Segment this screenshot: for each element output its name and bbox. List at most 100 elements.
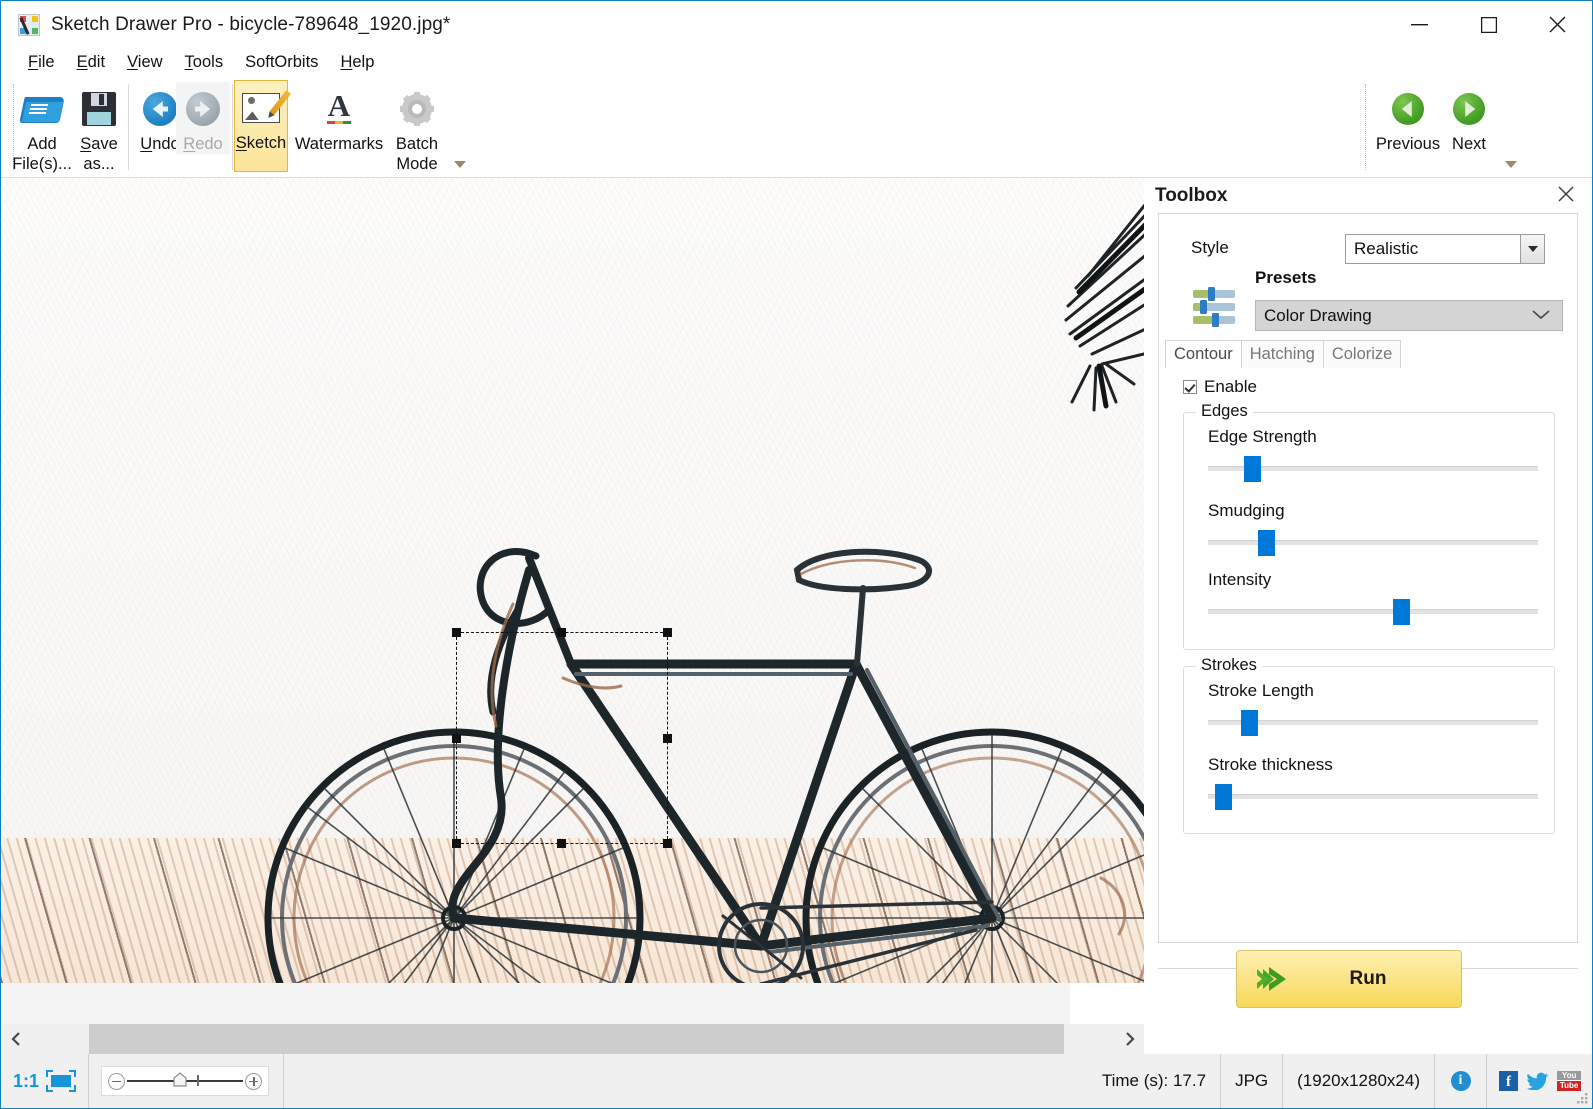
selection-handle-nw[interactable] (452, 628, 461, 637)
chevron-down-icon (1532, 307, 1550, 325)
redo-button: Redo (176, 82, 230, 154)
previous-arrow-icon (1392, 88, 1424, 130)
slider-thumb[interactable] (1241, 710, 1258, 736)
stroke-length-slider[interactable] (1208, 710, 1538, 736)
selection-handle-ne[interactable] (663, 628, 672, 637)
batch-mode-button[interactable]: Batch Mode (387, 82, 447, 174)
strokes-group: Strokes Stroke Length Stroke thickness (1183, 656, 1555, 834)
info-icon[interactable]: i (1450, 1071, 1471, 1091)
save-as-button[interactable]: Save as... (75, 82, 123, 174)
menu-tools[interactable]: Tools (174, 51, 235, 74)
info-cell[interactable]: i (1435, 1054, 1487, 1108)
menu-help[interactable]: Help (329, 51, 385, 74)
zoom-ratio-cell[interactable]: 1:1 (1, 1054, 89, 1108)
gear-icon (400, 88, 434, 130)
toolbox-close-icon[interactable] (1554, 182, 1578, 206)
resize-grip-icon[interactable] (1575, 1091, 1589, 1105)
slider-track (1208, 609, 1538, 614)
zoom-home-handle[interactable] (173, 1072, 187, 1087)
scroll-right-icon[interactable] (1114, 1024, 1144, 1054)
horizontal-scrollbar[interactable] (1, 1024, 1144, 1054)
tab-contour[interactable]: Contour (1165, 340, 1242, 368)
image-dimensions: (1920x1280x24) (1283, 1054, 1435, 1108)
menu-edit[interactable]: Edit (66, 51, 116, 74)
selection-handle-w[interactable] (452, 734, 461, 743)
zoom-ratio-label: 1:1 (13, 1070, 40, 1091)
style-label: Style (1191, 238, 1229, 257)
close-button[interactable] (1523, 1, 1592, 48)
scrollbar-track[interactable] (31, 1024, 1114, 1054)
watermarks-button[interactable]: A Watermarks (291, 82, 387, 154)
sliders-preset-icon (1193, 287, 1235, 327)
add-files-label: Add File(s)... (12, 135, 72, 173)
stroke-length-slider-block: Stroke Length (1208, 681, 1538, 736)
image-canvas[interactable] (1, 178, 1144, 1054)
minimize-button[interactable] (1385, 1, 1454, 48)
scroll-left-icon[interactable] (1, 1024, 31, 1054)
edge-strength-label: Edge Strength (1208, 427, 1317, 446)
sketch-image (1, 178, 1144, 983)
youtube-icon[interactable]: You Tube (1557, 1071, 1582, 1091)
smudging-slider-block: Smudging (1208, 501, 1538, 556)
toolbox-panel: Toolbox Style Realistic Presets Color Dr… (1144, 178, 1592, 1054)
zoom-out-icon[interactable] (108, 1072, 125, 1090)
status-bar: 1:1 Time (s): 17.7 JPG (1920x1280x24) i … (1, 1054, 1592, 1108)
menu-view[interactable]: View (116, 51, 173, 74)
status-spacer (284, 1054, 1088, 1108)
toolbar: Add File(s)... Save as... Undo Redo Sket… (1, 76, 1592, 178)
toolbar-expand-left-icon[interactable] (453, 157, 467, 171)
slider-thumb[interactable] (1214, 784, 1232, 810)
sketch-button[interactable]: Sketch (234, 80, 291, 172)
add-files-button[interactable]: Add File(s)... (12, 82, 72, 174)
tab-hatching[interactable]: Hatching (1240, 340, 1324, 368)
presets-dropdown[interactable]: Color Drawing (1255, 300, 1563, 331)
selection-handle-s[interactable] (557, 839, 566, 848)
bicycle-drawing (264, 548, 1144, 983)
toolbar-expand-right-icon[interactable] (1504, 157, 1518, 171)
strokes-group-label: Strokes (1196, 656, 1262, 675)
next-button[interactable]: Next (1441, 82, 1497, 154)
zoom-track[interactable] (127, 1072, 243, 1087)
menu-softorbits[interactable]: SoftOrbits (234, 51, 329, 74)
maximize-button[interactable] (1454, 1, 1523, 48)
undo-arrow-icon (143, 88, 177, 130)
next-label: Next (1452, 135, 1486, 153)
run-button[interactable]: Run (1236, 950, 1462, 1008)
toolbox-title: Toolbox (1155, 184, 1228, 206)
selection-handle-n[interactable] (557, 628, 566, 637)
zoom-slider-cell[interactable] (89, 1054, 284, 1108)
slider-thumb[interactable] (1257, 530, 1275, 556)
intensity-label: Intensity (1208, 570, 1272, 589)
selection-handle-sw[interactable] (452, 839, 461, 848)
previous-button[interactable]: Previous (1375, 82, 1441, 154)
fit-to-window-icon[interactable] (46, 1070, 76, 1092)
folder-icon (19, 88, 65, 130)
slider-thumb[interactable] (1244, 456, 1262, 482)
style-value: Realistic (1354, 239, 1419, 258)
style-row: Style Realistic (1159, 234, 1579, 264)
zoom-tick (197, 1075, 199, 1087)
selection-handle-e[interactable] (663, 734, 672, 743)
smudging-slider[interactable] (1208, 530, 1538, 556)
previous-label: Previous (1375, 135, 1441, 153)
intensity-slider[interactable] (1208, 599, 1538, 625)
zoom-in-icon[interactable] (245, 1072, 262, 1090)
edge-strength-slider[interactable] (1208, 456, 1538, 482)
twitter-icon[interactable] (1527, 1072, 1549, 1090)
youtube-top-label: You (1557, 1071, 1582, 1080)
slider-thumb[interactable] (1392, 599, 1410, 625)
selection-handle-se[interactable] (663, 839, 672, 848)
stroke-thickness-label: Stroke thickness (1208, 755, 1333, 774)
style-dropdown[interactable]: Realistic (1345, 234, 1545, 264)
enable-checkbox[interactable] (1183, 380, 1197, 394)
toolbox-tabs: Contour Hatching Colorize (1165, 340, 1402, 368)
zoom-slider[interactable] (101, 1066, 269, 1096)
facebook-icon[interactable]: f (1499, 1071, 1519, 1091)
tab-colorize[interactable]: Colorize (1322, 340, 1402, 368)
scrollbar-thumb[interactable] (89, 1024, 1064, 1054)
enable-checkbox-row[interactable]: Enable (1183, 377, 1257, 397)
toolbox-header: Toolbox (1144, 178, 1592, 213)
processing-time: Time (s): 17.7 (1088, 1054, 1222, 1108)
menu-file[interactable]: FFileile (17, 51, 66, 74)
stroke-thickness-slider[interactable] (1208, 784, 1538, 810)
